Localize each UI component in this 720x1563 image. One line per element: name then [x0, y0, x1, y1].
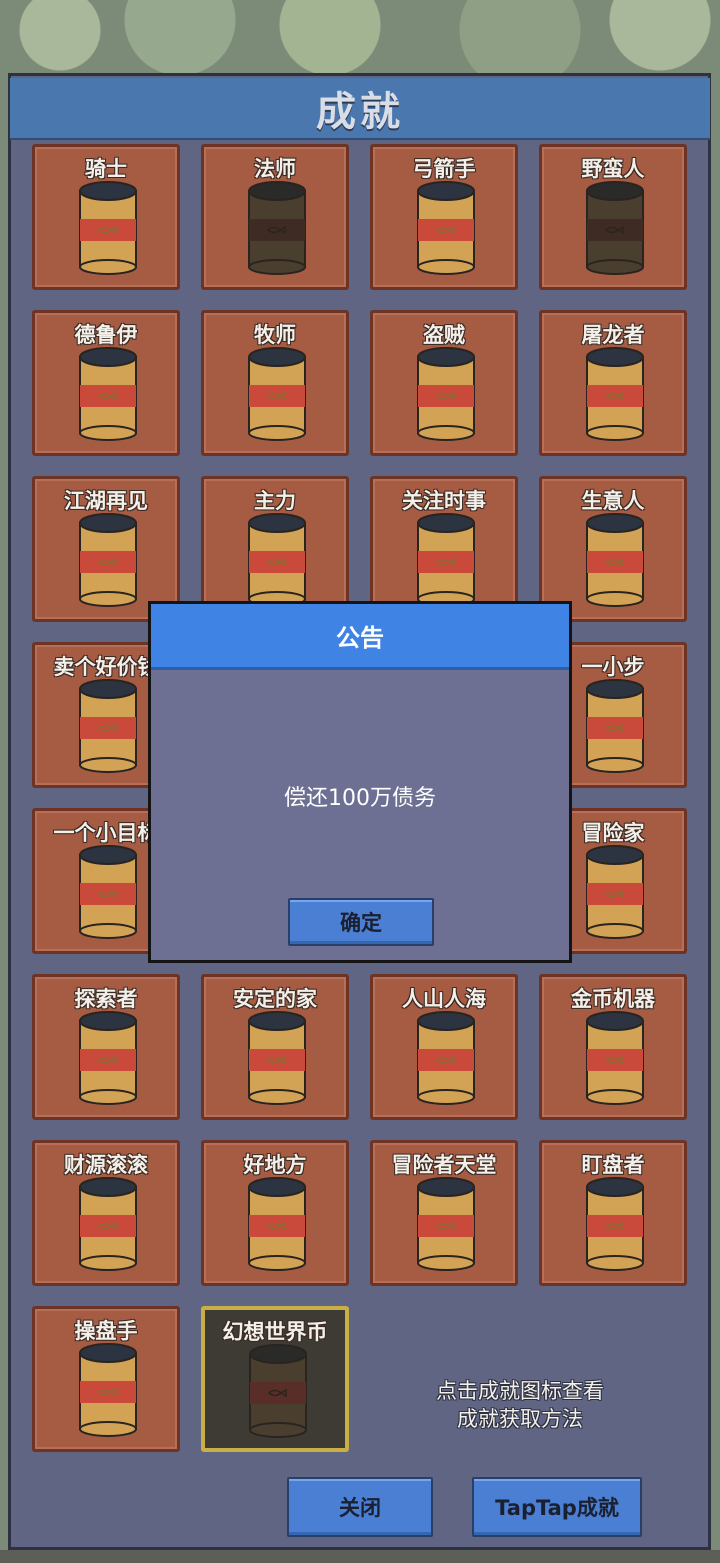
announcement-dialog: 公告 偿还100万债务 确定: [148, 601, 572, 963]
achievement-label: 牧师: [254, 323, 296, 347]
confirm-button[interactable]: 确定: [288, 898, 434, 946]
achievement-card[interactable]: 法师: [201, 144, 349, 290]
achievement-label: 探索者: [74, 987, 138, 1011]
achievement-card[interactable]: 野蛮人: [539, 144, 687, 290]
achievement-label: 江湖再见: [64, 489, 148, 513]
achievement-card[interactable]: 冒险者天堂: [370, 1140, 518, 1286]
achievement-card[interactable]: 操盘手: [32, 1306, 180, 1452]
achievement-label: 盗贼: [423, 323, 465, 347]
close-button[interactable]: 关闭: [287, 1477, 433, 1537]
bottom-nav-strip: [0, 1550, 720, 1563]
achievement-label: 野蛮人: [581, 157, 645, 181]
achievement-card[interactable]: 财源滚滚: [32, 1140, 180, 1286]
achievement-card[interactable]: 好地方: [201, 1140, 349, 1286]
achievement-card[interactable]: 探索者: [32, 974, 180, 1120]
achievement-label: 好地方: [243, 1153, 307, 1177]
panel-title: 成就: [316, 89, 404, 135]
achievement-card[interactable]: 人山人海: [370, 974, 518, 1120]
achievement-label: 盯盘者: [581, 1153, 645, 1177]
achievement-label: 弓箭手: [412, 157, 476, 181]
achievement-label: 生意人: [581, 489, 645, 513]
hint-line-2: 成就获取方法: [457, 1407, 583, 1431]
achievement-card[interactable]: 盯盘者: [539, 1140, 687, 1286]
achievement-label: 德鲁伊: [74, 323, 138, 347]
achievement-card[interactable]: 幻想世界币: [201, 1306, 349, 1452]
achievement-card[interactable]: 牧师: [201, 310, 349, 456]
achievement-label: 人山人海: [402, 987, 486, 1011]
achievement-label: 主力: [254, 489, 296, 513]
hint-text: 点击成就图标查看 成就获取方法: [400, 1377, 640, 1433]
achievement-label: 金币机器: [571, 987, 655, 1011]
panel-header: 成就: [10, 78, 710, 140]
achievement-label: 骑士: [85, 157, 127, 181]
achievement-label: 操盘手: [74, 1319, 138, 1343]
achievement-card[interactable]: 德鲁伊: [32, 310, 180, 456]
achievement-label: 安定的家: [233, 987, 317, 1011]
achievement-card[interactable]: 弓箭手: [370, 144, 518, 290]
achievement-label: 幻想世界币: [222, 1320, 328, 1344]
achievement-label: 关注时事: [402, 489, 486, 513]
achievement-card[interactable]: 安定的家: [201, 974, 349, 1120]
dialog-message: 偿还100万债务: [284, 786, 436, 811]
achievement-label: 冒险者天堂: [391, 1153, 497, 1177]
achievement-card[interactable]: 骑士: [32, 144, 180, 290]
hint-line-1: 点击成就图标查看: [436, 1379, 604, 1403]
achievement-card[interactable]: 盗贼: [370, 310, 518, 456]
achievement-label: 法师: [254, 157, 296, 181]
taptap-achievements-button[interactable]: TapTap成就: [472, 1477, 642, 1537]
achievement-label: 财源滚滚: [64, 1153, 148, 1177]
dialog-title: 公告: [336, 624, 384, 652]
dialog-header: 公告: [151, 604, 569, 670]
achievement-card[interactable]: 金币机器: [539, 974, 687, 1120]
achievement-label: 屠龙者: [581, 323, 645, 347]
achievement-card[interactable]: 屠龙者: [539, 310, 687, 456]
